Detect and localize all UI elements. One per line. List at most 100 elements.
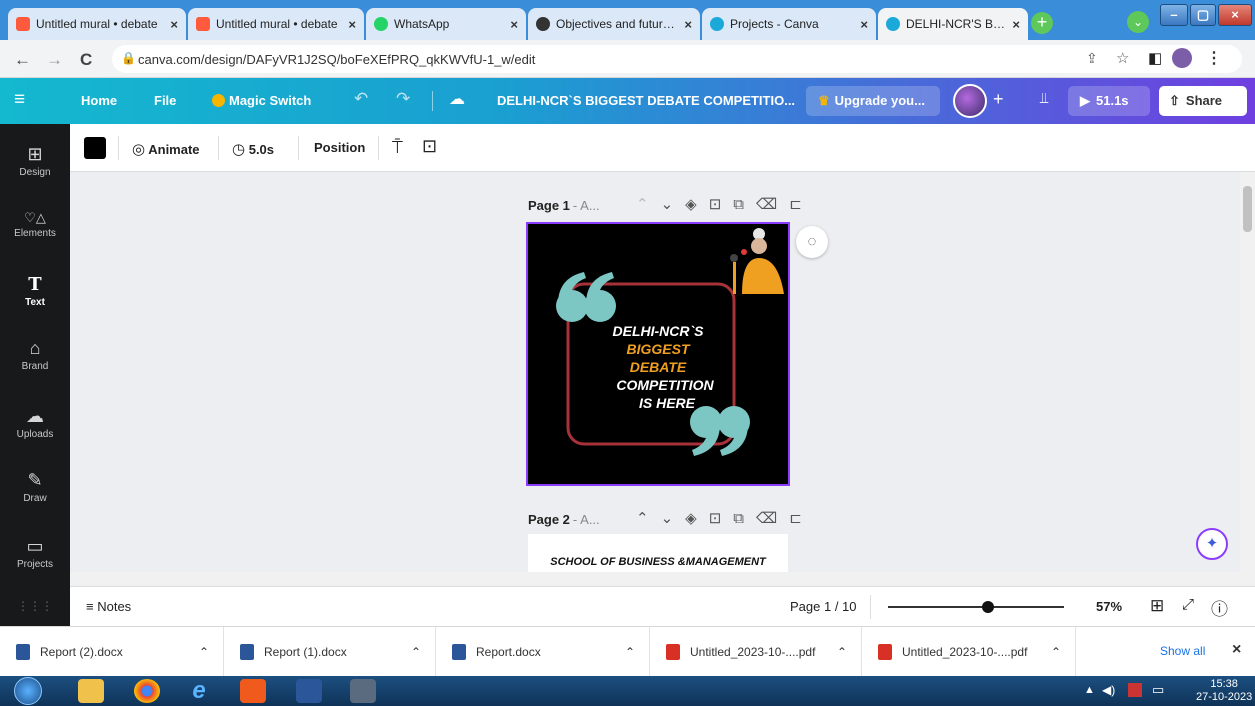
chrome-icon[interactable] xyxy=(134,679,160,703)
close-downloads-icon[interactable]: × xyxy=(1232,641,1241,659)
show-all-button[interactable]: Show all xyxy=(1160,644,1205,658)
menu-icon[interactable]: ≡ xyxy=(14,89,25,111)
zoom-level[interactable]: 57% xyxy=(1096,599,1122,614)
back-arrow-icon[interactable]: ← xyxy=(14,50,31,70)
forward-arrow-icon[interactable]: → xyxy=(46,50,63,70)
duplicate-icon[interactable]: ⧉ xyxy=(733,196,756,213)
position-button[interactable]: Position xyxy=(314,140,365,155)
bookmark-star-icon[interactable]: ☆ xyxy=(1116,49,1129,67)
scroll-thumb[interactable] xyxy=(1243,186,1252,232)
tab-close-icon[interactable]: × xyxy=(348,17,356,32)
slide-page-2[interactable]: SCHOOL OF BUSINESS &MANAGEMENT xyxy=(528,534,788,572)
trash-icon[interactable]: ⌫ xyxy=(756,510,789,527)
address-bar[interactable]: 🔒 canva.com/design/DAFyVR1J2SQ/boFeXEfPR… xyxy=(112,45,1242,73)
new-tab-button[interactable]: + xyxy=(1031,12,1053,34)
lock-page-icon[interactable]: ⊡ xyxy=(709,196,734,213)
word-app-icon[interactable] xyxy=(296,679,322,703)
sidebar-item-brand[interactable]: ⌂ Brand xyxy=(0,338,70,372)
browser-tab-active[interactable]: DELHI-NCR'S BIGGEST × xyxy=(878,8,1028,40)
cloud-saved-icon[interactable]: ☁ xyxy=(449,89,465,109)
network-icon[interactable]: ▭ xyxy=(1152,682,1164,698)
side-panel-icon[interactable]: ◧ xyxy=(1148,49,1162,67)
active-chrome-window-icon[interactable] xyxy=(350,679,376,703)
chevron-up-icon[interactable]: ⌃ xyxy=(625,645,635,659)
browser-tab[interactable]: WhatsApp × xyxy=(366,8,526,40)
sidebar-item-uploads[interactable]: ☁ Uploads xyxy=(0,406,70,440)
add-collaborator-button[interactable]: + xyxy=(993,89,1004,110)
reload-icon[interactable]: C xyxy=(80,50,92,70)
zoom-slider-thumb[interactable] xyxy=(982,601,995,613)
hide-eye-icon[interactable]: ◈ xyxy=(685,510,709,527)
design-canvas[interactable]: Page 1- A... ⌃⌄◈⊡⧉⌫⊏ DELHI-NCR`S BIGGEST… xyxy=(70,172,1240,572)
sidebar-item-elements[interactable]: ♡△ Elements xyxy=(0,210,70,239)
slide-page-1[interactable]: DELHI-NCR`S BIGGEST DEBATE COMPETITION I… xyxy=(526,222,790,486)
fullscreen-icon[interactable]: ⤢ xyxy=(1182,596,1194,613)
browser-tab[interactable]: Projects - Canva × xyxy=(702,8,876,40)
upgrade-button[interactable]: ♛ Upgrade you... xyxy=(806,86,940,116)
download-item[interactable]: Untitled_2023-10-....pdf ⌃ xyxy=(862,627,1076,677)
chevron-up-icon[interactable]: ⌃ xyxy=(199,645,209,659)
page-title[interactable]: Page 2- A... xyxy=(528,512,600,527)
download-item[interactable]: Report (2).docx ⌃ xyxy=(0,627,224,677)
chevron-up-icon[interactable]: ⌃ xyxy=(636,196,661,213)
media-player-icon[interactable] xyxy=(240,679,266,703)
page-title[interactable]: Page 1- A... xyxy=(528,198,600,213)
grid-view-icon[interactable]: ⊞ xyxy=(1150,596,1164,616)
tab-close-icon[interactable]: × xyxy=(684,17,692,32)
insights-chart-icon[interactable]: ⫫ xyxy=(1040,90,1048,107)
maximize-button[interactable]: ▢ xyxy=(1190,4,1216,26)
system-clock[interactable]: 15:38 27-10-2023 xyxy=(1196,678,1252,704)
close-window-button[interactable]: × xyxy=(1218,4,1252,26)
profile-avatar[interactable] xyxy=(1172,48,1192,68)
volume-icon[interactable]: ◀) xyxy=(1102,683,1115,697)
zoom-slider[interactable] xyxy=(888,601,1064,613)
add-comment-icon[interactable]: ◌ xyxy=(796,226,828,258)
duration-button[interactable]: ◷ 5.0s xyxy=(232,140,274,158)
share-page-icon[interactable]: ⇪ xyxy=(1086,50,1098,67)
chevron-up-icon[interactable]: ⌃ xyxy=(837,645,847,659)
chevron-down-icon[interactable]: ⌄ xyxy=(661,196,686,213)
add-page-icon[interactable]: ⊏ xyxy=(789,510,814,527)
page-indicator[interactable]: Page 1 / 10 xyxy=(790,599,857,614)
action-center-flag-icon[interactable] xyxy=(1128,683,1142,697)
magic-switch-button[interactable]: Magic Switch xyxy=(212,93,311,108)
design-title[interactable]: DELHI-NCR`S BIGGEST DEBATE COMPETITIO... xyxy=(497,93,795,108)
sidebar-item-text[interactable]: T Text xyxy=(0,274,70,308)
magic-sparkle-icon[interactable]: ✦ xyxy=(1196,528,1228,560)
tray-expand-icon[interactable]: ▲ xyxy=(1084,684,1095,696)
tab-close-icon[interactable]: × xyxy=(1012,17,1020,32)
lock-icon[interactable]: ⊡ xyxy=(422,136,437,157)
undo-icon[interactable]: ↶ xyxy=(354,89,368,109)
browser-menu-icon[interactable]: ⋮ xyxy=(1206,48,1222,68)
tab-search-icon[interactable]: ⌄ xyxy=(1127,11,1149,33)
horizontal-scrollbar[interactable] xyxy=(70,572,1255,586)
lock-page-icon[interactable]: ⊡ xyxy=(709,510,734,527)
apps-grid-icon[interactable]: ⋮⋮⋮ xyxy=(0,586,70,626)
chevron-up-icon[interactable]: ⌃ xyxy=(1051,645,1061,659)
file-menu[interactable]: File xyxy=(154,93,176,108)
animate-button[interactable]: ◎ Animate xyxy=(132,140,200,158)
color-swatch[interactable] xyxy=(84,137,106,159)
trash-icon[interactable]: ⌫ xyxy=(756,196,789,213)
download-item[interactable]: Report.docx ⌃ xyxy=(436,627,650,677)
tab-close-icon[interactable]: × xyxy=(860,17,868,32)
internet-explorer-icon[interactable]: e xyxy=(186,679,212,703)
tab-close-icon[interactable]: × xyxy=(170,17,178,32)
chevron-down-icon[interactable]: ⌄ xyxy=(661,510,686,527)
sidebar-item-projects[interactable]: ▭ Projects xyxy=(0,536,70,570)
tab-close-icon[interactable]: × xyxy=(510,17,518,32)
file-explorer-icon[interactable] xyxy=(78,679,104,703)
sidebar-item-draw[interactable]: ✎ Draw xyxy=(0,470,70,504)
start-button[interactable] xyxy=(14,677,42,705)
chevron-up-icon[interactable]: ⌃ xyxy=(636,510,661,527)
download-item[interactable]: Untitled_2023-10-....pdf ⌃ xyxy=(650,627,862,677)
browser-tab[interactable]: Untitled mural • debate × xyxy=(188,8,364,40)
hide-eye-icon[interactable]: ◈ xyxy=(685,196,709,213)
help-icon[interactable]: ⓘ xyxy=(1211,595,1228,620)
sidebar-item-design[interactable]: ⊞ Design xyxy=(0,144,70,178)
browser-tab[interactable]: Objectives and future p × xyxy=(528,8,700,40)
minimize-button[interactable]: – xyxy=(1160,4,1188,26)
vertical-scrollbar[interactable] xyxy=(1240,172,1255,572)
duplicate-icon[interactable]: ⧉ xyxy=(733,510,756,527)
user-avatar[interactable] xyxy=(953,84,987,118)
